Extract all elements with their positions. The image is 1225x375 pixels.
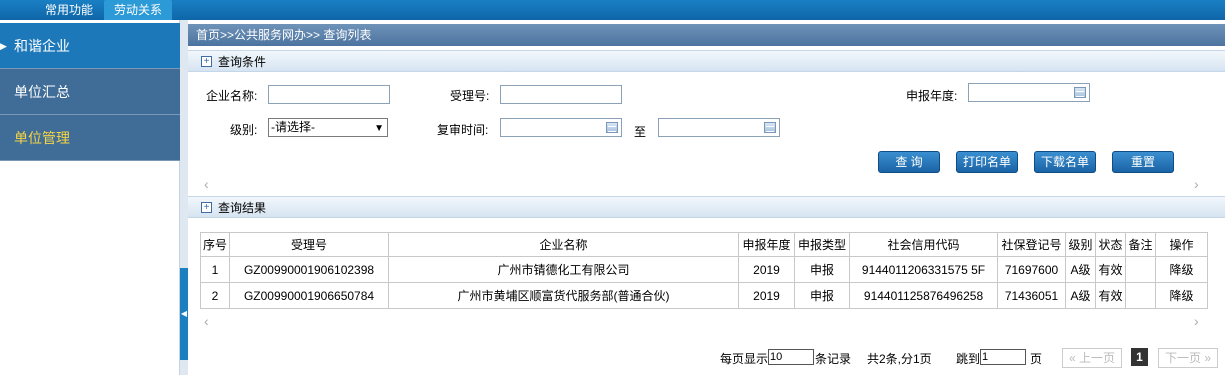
collapse-sidebar-icon[interactable]: ◀ (180, 268, 188, 360)
column-header[interactable]: 序号 (199, 232, 231, 257)
sidebar-item-label: 单位管理 (14, 130, 70, 146)
section-title: 查询条件 (218, 55, 267, 69)
column-header[interactable]: 社保登记号 (997, 232, 1067, 257)
scroll-left-icon[interactable]: ‹ (204, 176, 209, 192)
accept-number-input[interactable] (500, 85, 622, 104)
results-table: 序号 受理号 企业名称 申报年度 申报类型 社会信用代码 社保登记号 级别 状态… (199, 232, 1209, 309)
table-header-row: 序号 受理号 企业名称 申报年度 申报类型 社会信用代码 社保登记号 级别 状态… (199, 232, 1209, 257)
row-index: 1 (199, 256, 231, 283)
social-security-number-cell: 71436051 (997, 282, 1067, 309)
level-label: 级别: (230, 123, 258, 137)
jump-prefix: 跳到 (956, 352, 981, 366)
column-header[interactable]: 受理号 (229, 232, 390, 257)
downgrade-action[interactable]: 降级 (1155, 282, 1209, 309)
accept-number-label: 受理号: (450, 89, 490, 103)
per-page-suffix: 条记录 (815, 352, 852, 366)
sidebar-item-harmonious-enterprise[interactable]: ▶ 和谐企业 (0, 23, 180, 69)
report-year-input[interactable] (968, 83, 1090, 102)
column-header[interactable]: 申报类型 (794, 232, 851, 257)
triangle-right-icon: ▶ (0, 41, 7, 51)
column-header[interactable]: 企业名称 (388, 232, 740, 257)
level-select[interactable]: -请选择- ▼ (268, 118, 388, 137)
per-page-prefix: 每页显示 (720, 352, 769, 366)
sidebar-item-unit-management[interactable]: 单位管理 (0, 115, 180, 161)
query-button[interactable]: 查 询 (878, 151, 940, 173)
breadcrumb: 首页>>公共服务网办>> 查询列表 (188, 24, 1225, 46)
to-label: 至 (634, 125, 647, 139)
accept-number-cell: GZ00990001906650784 (229, 282, 390, 309)
sidebar-item-unit-summary[interactable]: 单位汇总 (0, 69, 180, 115)
downgrade-action[interactable]: 降级 (1155, 256, 1209, 283)
table-row[interactable]: 1 GZ00990001906102398 广州市锖德化工有限公司 2019 申… (199, 256, 1209, 283)
review-time-to-input[interactable] (658, 118, 780, 137)
scroll-left-icon[interactable]: ‹ (204, 313, 209, 329)
accept-number-cell: GZ00990001906102398 (229, 256, 390, 283)
jump-suffix: 页 (1030, 352, 1043, 366)
print-list-button[interactable]: 打印名单 (956, 151, 1018, 173)
jump-page-input[interactable]: 1 (980, 349, 1026, 365)
column-header[interactable]: 级别 (1065, 232, 1097, 257)
next-page-button[interactable]: 下一页 » (1158, 348, 1218, 368)
remark-cell (1125, 256, 1157, 283)
calendar-icon[interactable] (1074, 87, 1086, 98)
level-select-value: -请选择- (271, 120, 315, 134)
status-cell: 有效 (1095, 256, 1127, 283)
tab-labor-relations[interactable]: 劳动关系 (104, 0, 172, 20)
report-type-cell: 申报 (794, 256, 851, 283)
report-year-cell: 2019 (738, 282, 796, 309)
section-title: 查询结果 (218, 201, 267, 215)
pagination: 每页显示 10 条记录 共2条,分1页 跳到 1 页 « 上一页 1 下一页 » (188, 348, 1225, 368)
current-page[interactable]: 1 (1131, 348, 1148, 366)
column-header[interactable]: 备注 (1125, 232, 1157, 257)
calendar-icon[interactable] (606, 122, 618, 133)
row-index: 2 (199, 282, 231, 309)
remark-cell (1125, 282, 1157, 309)
level-cell: A级 (1065, 256, 1097, 283)
expand-icon[interactable]: + (201, 202, 212, 213)
query-conditions-header[interactable]: + 查询条件 (188, 50, 1225, 72)
column-header[interactable]: 申报年度 (738, 232, 796, 257)
sidebar-item-label: 单位汇总 (14, 84, 70, 100)
column-header[interactable]: 社会信用代码 (849, 232, 999, 257)
company-name-cell: 广州市黄埔区顺富货代服务部(普通合伙) (388, 282, 740, 309)
expand-icon[interactable]: + (201, 56, 212, 67)
per-page-input[interactable]: 10 (768, 349, 814, 365)
prev-page-button[interactable]: « 上一页 (1062, 348, 1122, 368)
report-year-cell: 2019 (738, 256, 796, 283)
column-header[interactable]: 状态 (1095, 232, 1127, 257)
report-year-label: 申报年度: (906, 89, 958, 103)
credit-code-cell: 914401125876496258 (849, 282, 999, 309)
sidebar: ▶ 和谐企业 单位汇总 单位管理 (0, 20, 180, 375)
page-summary: 共2条,分1页 (867, 352, 932, 366)
level-cell: A级 (1065, 282, 1097, 309)
review-time-from-input[interactable] (500, 118, 622, 137)
company-name-label: 企业名称: (206, 89, 258, 103)
query-results-header[interactable]: + 查询结果 (188, 196, 1225, 218)
table-row[interactable]: 2 GZ00990001906650784 广州市黄埔区顺富货代服务部(普通合伙… (199, 282, 1209, 309)
company-name-cell: 广州市锖德化工有限公司 (388, 256, 740, 283)
report-type-cell: 申报 (794, 282, 851, 309)
scroll-right-icon[interactable]: › (1194, 176, 1199, 192)
company-name-input[interactable] (268, 85, 390, 104)
social-security-number-cell: 71697600 (997, 256, 1067, 283)
review-time-label: 复审时间: (437, 123, 489, 137)
credit-code-cell: 9144011206331575 5F (849, 256, 999, 283)
sidebar-item-label: 和谐企业 (14, 38, 70, 54)
status-cell: 有效 (1095, 282, 1127, 309)
column-header[interactable]: 操作 (1155, 232, 1209, 257)
main-content: 首页>>公共服务网办>> 查询列表 + 查询条件 企业名称: 受理号: 申报年度… (188, 20, 1225, 375)
top-nav: 常用功能 劳动关系 (0, 0, 1225, 20)
tab-common-functions[interactable]: 常用功能 (30, 0, 108, 20)
calendar-icon[interactable] (764, 122, 776, 133)
download-list-button[interactable]: 下载名单 (1034, 151, 1096, 173)
chevron-down-icon: ▼ (374, 123, 384, 134)
reset-button[interactable]: 重置 (1112, 151, 1174, 173)
scroll-right-icon[interactable]: › (1194, 313, 1199, 329)
